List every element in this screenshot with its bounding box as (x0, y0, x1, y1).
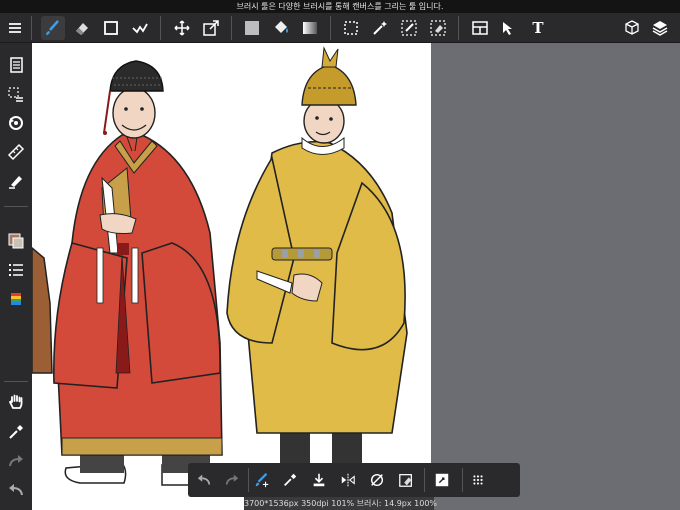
operation-tool-button[interactable] (497, 16, 521, 40)
clear-icon (399, 474, 412, 487)
material-icon (625, 20, 639, 35)
select-pen-button[interactable] (397, 16, 421, 40)
color-swatch-icon (8, 233, 24, 249)
tool-tip-bar: 브러시 툴은 다양한 브러시를 통해 캔버스를 그리는 툴 입니다. (0, 0, 680, 13)
rotate-button[interactable] (3, 110, 29, 136)
correction-tool-button[interactable] (128, 16, 152, 40)
ruler-button[interactable] (3, 139, 29, 165)
ruler-icon (7, 143, 25, 161)
selection-list-icon (8, 87, 23, 102)
menu-icon (9, 23, 21, 33)
rotate-icon (9, 116, 23, 130)
pages-icon (10, 57, 23, 73)
bottom-redo-button[interactable] (220, 468, 244, 492)
brush-tool-button[interactable] (41, 16, 65, 40)
rotate-reset-icon (370, 473, 384, 487)
brush-size-icon (255, 472, 269, 488)
bottom-eyedropper-button[interactable] (278, 468, 302, 492)
magic-wand-button[interactable] (368, 16, 392, 40)
fill-color-button[interactable] (240, 16, 264, 40)
correction-icon (132, 23, 148, 34)
select-tool-button[interactable] (339, 16, 363, 40)
brush-list-button[interactable] (3, 257, 29, 283)
frame-divider-icon (472, 21, 488, 35)
eraser-icon (76, 23, 88, 35)
eyedropper-button[interactable] (3, 419, 29, 445)
layers-icon (652, 21, 668, 36)
redo-button[interactable] (3, 448, 29, 474)
save-button[interactable] (307, 468, 331, 492)
brush-icon (46, 20, 59, 35)
select-pen-icon (401, 20, 417, 36)
brush-list-icon (9, 264, 23, 276)
operation-icon (503, 22, 512, 35)
hand-icon (8, 394, 23, 409)
tool-tip-text: 브러시 툴은 다양한 브러시를 통해 캔버스를 그리는 툴 입니다. (236, 2, 444, 11)
brush-size-button[interactable] (250, 468, 274, 492)
more-button[interactable] (466, 468, 490, 492)
redo-icon (9, 455, 23, 467)
menu-button[interactable] (3, 16, 27, 40)
layer-icon (435, 473, 449, 487)
layer-button[interactable] (430, 468, 454, 492)
drawing-canvas[interactable] (32, 43, 431, 510)
app-window: 브러시 툴은 다양한 브러시를 통해 캔버스를 그리는 툴 입니다. T 370… (0, 0, 680, 510)
select-icon (344, 21, 358, 35)
undo-button[interactable] (3, 477, 29, 503)
select-eraser-button[interactable] (426, 16, 450, 40)
color-swatch-button[interactable] (3, 228, 29, 254)
workspace-background (431, 43, 680, 510)
eyedropper-icon (9, 425, 23, 439)
bottom-undo-button[interactable] (192, 468, 216, 492)
snap-pen-icon (9, 176, 22, 189)
gradient-icon (303, 22, 317, 34)
canvas-info-text: 3700*1536px 350dpi 101% 브러시: 14.9px 100% (244, 499, 438, 508)
select-eraser-icon (430, 20, 446, 36)
palette-icon (11, 293, 21, 305)
flip-button[interactable] (336, 468, 360, 492)
text-tool-button[interactable]: T (526, 16, 550, 40)
layers-button[interactable] (648, 16, 672, 40)
redo-icon (225, 474, 239, 485)
undo-icon (197, 474, 211, 485)
red-robed-figure (53, 60, 223, 486)
artwork-illustration (32, 46, 408, 486)
pages-button[interactable] (3, 52, 29, 78)
eyedropper-icon (284, 473, 297, 486)
rectangle-icon (104, 21, 118, 35)
left-sidebar (0, 43, 32, 510)
transform-tool-button[interactable] (199, 16, 223, 40)
bucket-icon (275, 21, 288, 33)
save-icon (313, 473, 325, 487)
palette-button[interactable] (3, 287, 29, 313)
flip-icon (341, 473, 355, 487)
move-tool-button[interactable] (170, 16, 194, 40)
bucket-tool-button[interactable] (269, 16, 293, 40)
rotate-reset-button[interactable] (365, 468, 389, 492)
gradient-tool-button[interactable] (298, 16, 322, 40)
undo-icon (9, 484, 23, 496)
rectangle-tool-button[interactable] (99, 16, 123, 40)
move-icon (174, 20, 190, 36)
eraser-tool-button[interactable] (70, 16, 94, 40)
hand-button[interactable] (3, 389, 29, 415)
status-bar: 3700*1536px 350dpi 101% 브러시: 14.9px 100% (244, 497, 438, 510)
clear-button[interactable] (394, 468, 418, 492)
selection-list-button[interactable] (3, 82, 29, 108)
top-toolbar: T (0, 13, 680, 43)
yellow-robed-figure (226, 46, 408, 486)
transform-icon (203, 20, 219, 36)
bottom-toolbar (188, 463, 520, 497)
snap-pen-button[interactable] (3, 168, 29, 194)
more-icon (473, 475, 483, 485)
material-button[interactable] (620, 16, 644, 40)
text-icon: T (532, 19, 544, 37)
frame-divider-button[interactable] (468, 16, 492, 40)
magic-wand-icon (373, 21, 387, 35)
fill-color-icon (245, 21, 259, 35)
